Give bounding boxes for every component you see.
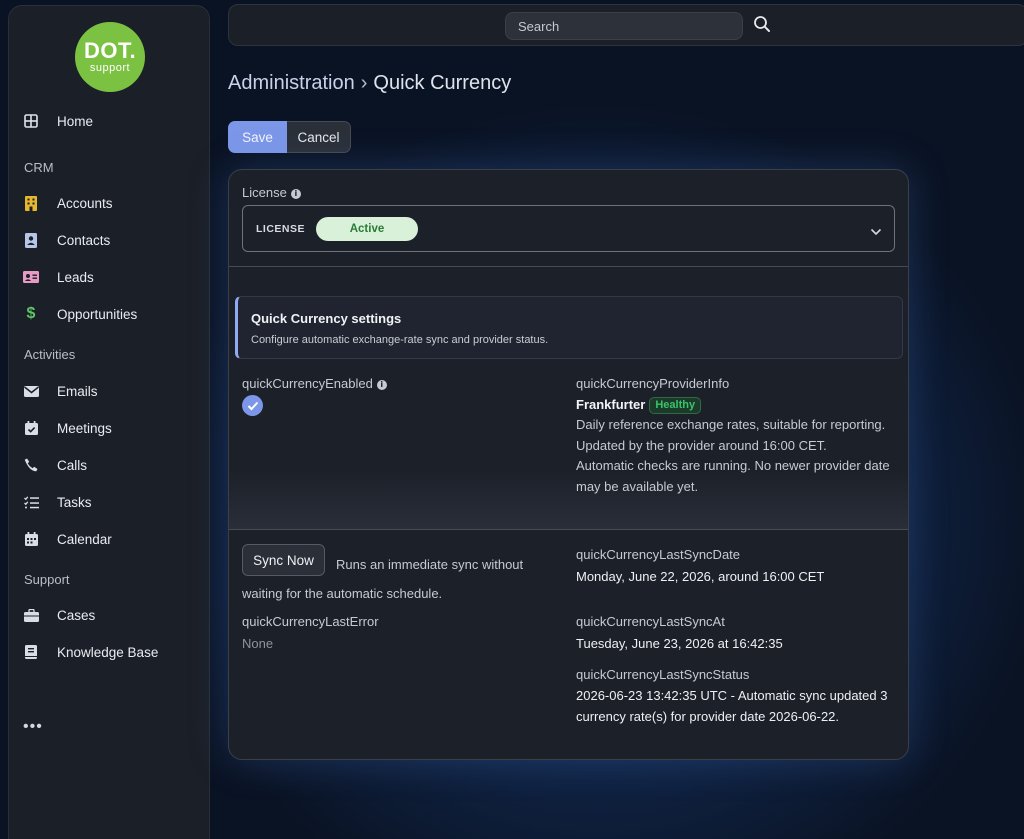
settings-subtitle: Configure automatic exchange-rate sync a… bbox=[251, 334, 549, 346]
divider bbox=[229, 529, 908, 530]
provider-name: Frankfurter bbox=[576, 397, 646, 412]
provider-field-label: quickCurrencyProviderInfo bbox=[576, 376, 730, 391]
provider-updated-text: Updated by the provider around 16:00 CET… bbox=[576, 437, 827, 453]
last-sync-date-label: quickCurrencyLastSyncDate bbox=[576, 547, 741, 562]
settings-callout: Quick Currency settings Configure automa… bbox=[235, 296, 903, 359]
divider bbox=[229, 266, 908, 267]
enabled-checkbox[interactable] bbox=[242, 395, 263, 416]
license-label-text: License bbox=[242, 185, 287, 200]
sidebar-item-meetings[interactable]: Meetings bbox=[23, 413, 203, 443]
logo-subtext: support bbox=[89, 62, 131, 74]
last-error-value: None bbox=[242, 636, 274, 651]
health-badge: Healthy bbox=[649, 397, 702, 414]
page-title: Quick Currency bbox=[373, 72, 512, 94]
checklist-icon bbox=[23, 494, 39, 510]
enabled-label-text: quickCurrencyEnabled bbox=[242, 376, 373, 391]
sidebar-item-contacts[interactable]: Contacts bbox=[23, 225, 203, 255]
sidebar-item-calls[interactable]: Calls bbox=[23, 450, 203, 480]
sidebar-item-label: Accounts bbox=[57, 195, 113, 211]
info-icon[interactable]: i bbox=[290, 189, 301, 199]
building-icon bbox=[23, 195, 39, 211]
grid-icon bbox=[23, 113, 39, 129]
contact-card-icon bbox=[23, 232, 39, 248]
license-status-badge: Active bbox=[316, 217, 418, 241]
last-error-label: quickCurrencyLastError bbox=[242, 614, 379, 629]
top-bar bbox=[228, 4, 1024, 46]
sidebar-item-emails[interactable]: Emails bbox=[23, 376, 203, 406]
id-card-icon bbox=[23, 269, 39, 285]
license-select[interactable]: LICENSE Active bbox=[242, 205, 895, 252]
last-sync-at-label: quickCurrencyLastSyncAt bbox=[576, 614, 725, 629]
sync-now-button[interactable]: Sync Now bbox=[242, 544, 325, 576]
nav-group-support: Support bbox=[24, 572, 70, 587]
sidebar-item-label: Knowledge Base bbox=[57, 644, 159, 660]
phone-icon bbox=[23, 457, 39, 473]
sidebar-item-tasks[interactable]: Tasks bbox=[23, 487, 203, 517]
logo-text: DOT. bbox=[83, 38, 137, 63]
sidebar-item-label: Emails bbox=[57, 383, 98, 399]
provider-checks-text: Automatic checks are running. No newer p… bbox=[576, 458, 890, 494]
chevron-down-icon bbox=[870, 223, 882, 241]
quick-currency-panel: License i LICENSE Active Quick Currency s… bbox=[228, 169, 909, 760]
check-icon bbox=[247, 401, 258, 410]
dot-support-logo[interactable]: DOT. support bbox=[75, 22, 145, 92]
sidebar-item-label: Opportunities bbox=[57, 306, 138, 322]
sidebar-item-label: Contacts bbox=[57, 232, 111, 248]
provider-info: Frankfurter Healthy bbox=[576, 397, 702, 414]
briefcase-icon bbox=[23, 607, 39, 623]
sidebar-item-opportunities[interactable]: $ Opportunities bbox=[23, 299, 203, 329]
sidebar-item-label: Calendar bbox=[57, 531, 112, 547]
sidebar-item-label: Tasks bbox=[57, 494, 92, 510]
breadcrumb-parent-link[interactable]: Administration bbox=[228, 72, 355, 94]
book-icon bbox=[23, 644, 39, 660]
sidebar-item-label: Leads bbox=[57, 269, 94, 285]
more-menu-button[interactable]: ••• bbox=[23, 718, 43, 736]
license-field-label: License i bbox=[242, 185, 301, 200]
sidebar-item-label: Home bbox=[57, 113, 94, 129]
nav-group-activities: Activities bbox=[24, 347, 76, 362]
license-key-label: LICENSE bbox=[256, 223, 306, 235]
cancel-button[interactable]: Cancel bbox=[287, 121, 351, 153]
search-icon[interactable] bbox=[753, 15, 775, 37]
nav-group-crm: CRM bbox=[24, 160, 54, 175]
sidebar-item-label: Cases bbox=[57, 607, 96, 623]
envelope-icon bbox=[23, 383, 39, 399]
breadcrumb-separator: › bbox=[360, 72, 368, 94]
last-sync-status-label: quickCurrencyLastSyncStatus bbox=[576, 667, 750, 682]
save-button[interactable]: Save bbox=[228, 121, 287, 153]
sidebar-item-knowledge-base[interactable]: Knowledge Base bbox=[23, 637, 203, 667]
sidebar-item-accounts[interactable]: Accounts bbox=[23, 188, 203, 218]
last-sync-at-value: Tuesday, June 23, 2026 at 16:42:35 bbox=[576, 636, 783, 651]
dollar-icon: $ bbox=[26, 305, 36, 322]
sidebar-item-calendar[interactable]: Calendar bbox=[23, 524, 203, 554]
calendar-check-icon bbox=[23, 420, 39, 436]
sidebar-item-label: Meetings bbox=[57, 420, 112, 436]
provider-description: Daily reference exchange rates, suitable… bbox=[576, 415, 896, 497]
enabled-field-label: quickCurrencyEnabled i bbox=[242, 376, 387, 391]
settings-title: Quick Currency settings bbox=[251, 311, 402, 326]
search-input[interactable] bbox=[505, 12, 743, 40]
sidebar: DOT. support Home CRM Accounts Contacts bbox=[8, 5, 210, 839]
sidebar-item-label: Calls bbox=[57, 457, 88, 473]
sidebar-item-home[interactable]: Home bbox=[23, 106, 203, 136]
last-sync-date-value: Monday, June 22, 2026, around 16:00 CET bbox=[576, 569, 825, 584]
sidebar-item-cases[interactable]: Cases bbox=[23, 600, 203, 630]
last-sync-status-value: 2026-06-23 13:42:35 UTC - Automatic sync… bbox=[576, 688, 888, 724]
calendar-icon bbox=[23, 531, 39, 547]
form-actions: Save Cancel bbox=[228, 121, 351, 153]
sidebar-item-leads[interactable]: Leads bbox=[23, 262, 203, 292]
provider-desc-text: Daily reference exchange rates, suitable… bbox=[576, 417, 886, 432]
info-icon[interactable]: i bbox=[376, 380, 387, 390]
breadcrumb: Administration › Quick Currency bbox=[228, 72, 511, 95]
